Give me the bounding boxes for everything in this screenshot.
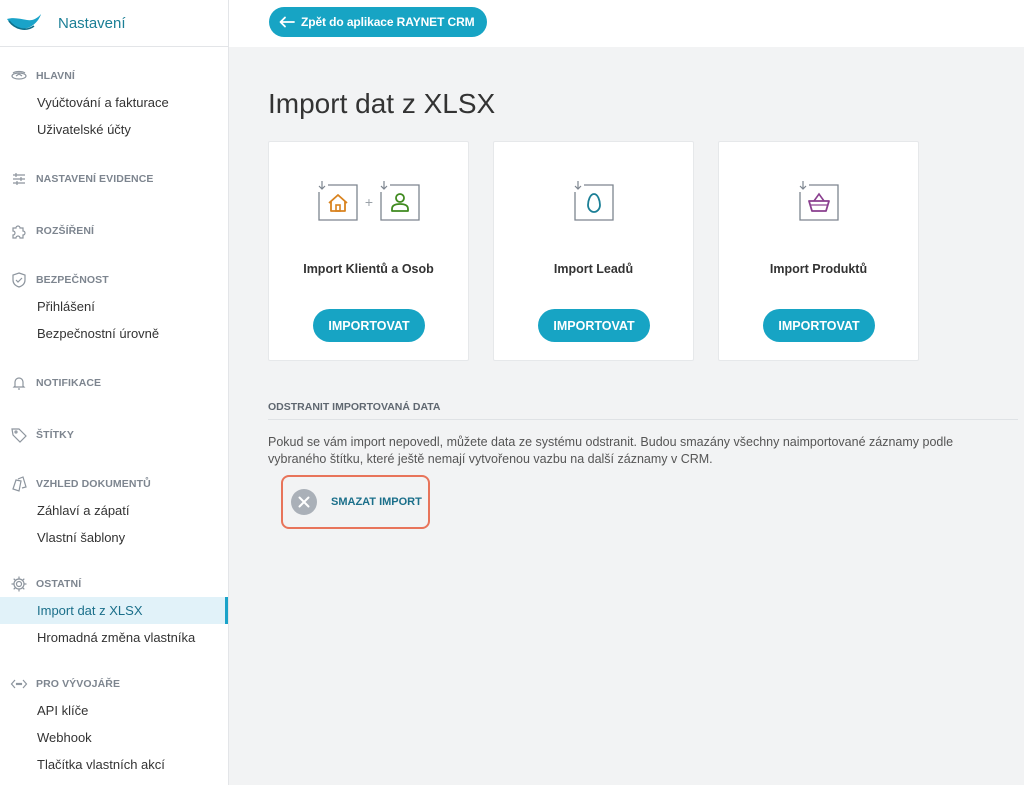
back-to-crm-button[interactable]: Zpět do aplikace RAYNET CRM	[269, 7, 487, 37]
nav-section-tags[interactable]: ŠTÍTKY	[0, 425, 228, 445]
code-icon	[10, 679, 28, 689]
brand: Nastavení	[0, 0, 228, 47]
import-egg-icon	[573, 181, 614, 221]
import-card-products: Import Produktů IMPORTOVAT	[718, 141, 919, 361]
sidebar-item-webhook[interactable]: Webhook	[0, 724, 228, 751]
import-card-leads: Import Leadů IMPORTOVAT	[493, 141, 694, 361]
sidebar-item-security-levels[interactable]: Bezpečnostní úrovně	[0, 320, 228, 347]
delete-section-heading: ODSTRANIT IMPORTOVANÁ DATA	[268, 401, 1018, 420]
sidebar-item-login[interactable]: Přihlášení	[0, 293, 228, 320]
import-basket-icon	[798, 181, 839, 221]
topbar: Zpět do aplikace RAYNET CRM	[229, 0, 1024, 47]
import-card-title: Import Produktů	[769, 262, 868, 276]
sidebar-item-custom-templates[interactable]: Vlastní šablony	[0, 524, 228, 551]
nav-section-document-look: VZHLED DOKUMENTŮ	[0, 474, 228, 494]
close-icon	[291, 489, 317, 515]
shield-icon	[12, 272, 26, 288]
import-card-title: Import Klientů a Osob	[303, 262, 434, 276]
import-home-icon	[317, 181, 358, 221]
import-card-clients: + Import Klientů a Osob IMPORTOVAT	[268, 141, 469, 361]
plus-sign: +	[364, 194, 372, 210]
import-clients-button[interactable]: IMPORTOVAT	[313, 309, 425, 342]
sidebar-item-user-accounts[interactable]: Uživatelské účty	[0, 116, 228, 143]
import-products-button[interactable]: IMPORTOVAT	[763, 309, 875, 342]
tag-icon	[11, 428, 27, 443]
delete-import-label: SMAZAT IMPORT	[331, 496, 422, 508]
layers-icon	[11, 70, 27, 80]
sidebar-item-import-xlsx[interactable]: Import dat z XLSX	[0, 597, 228, 624]
nav-section-extensions[interactable]: ROZŠÍŘENÍ	[0, 221, 228, 241]
back-to-crm-label: Zpět do aplikace RAYNET CRM	[301, 15, 475, 29]
puzzle-icon	[12, 225, 26, 239]
bell-icon	[12, 377, 26, 390]
delete-import-button[interactable]: SMAZAT IMPORT	[281, 475, 430, 529]
sidebar: Nastavení HLAVNÍ Vyúčtování a fakturace …	[0, 0, 229, 785]
sliders-icon	[13, 173, 25, 185]
documents-icon	[12, 476, 27, 492]
sidebar-item-header-footer[interactable]: Záhlaví a zápatí	[0, 497, 228, 524]
nav-section-developers: PRO VÝVOJÁŘE	[0, 674, 228, 694]
sidebar-item-custom-action-buttons[interactable]: Tlačítka vlastních akcí	[0, 751, 228, 778]
settings-title[interactable]: Nastavení	[58, 15, 126, 32]
nav-section-notifications[interactable]: NOTIFIKACE	[0, 373, 228, 393]
import-card-title: Import Leadů	[553, 262, 634, 276]
arrow-left-icon	[279, 16, 295, 28]
nav-section-main: HLAVNÍ	[0, 66, 228, 86]
delete-section-description: Pokud se vám import nepovedl, můžete dat…	[268, 435, 954, 466]
raynet-wave-logo	[7, 14, 41, 30]
page-title: Import dat z XLSX	[268, 88, 496, 119]
sidebar-item-billing[interactable]: Vyúčtování a fakturace	[0, 89, 228, 116]
import-person-icon	[379, 181, 420, 221]
sidebar-item-bulk-owner-change[interactable]: Hromadná změna vlastníka	[0, 624, 228, 651]
gear-icon	[11, 576, 27, 592]
nav-section-records[interactable]: NASTAVENÍ EVIDENCE	[0, 169, 228, 189]
nav-section-security: BEZPEČNOST	[0, 270, 228, 290]
import-leads-button[interactable]: IMPORTOVAT	[538, 309, 650, 342]
nav-section-other: OSTATNÍ	[0, 574, 228, 594]
sidebar-item-api-keys[interactable]: API klíče	[0, 697, 228, 724]
